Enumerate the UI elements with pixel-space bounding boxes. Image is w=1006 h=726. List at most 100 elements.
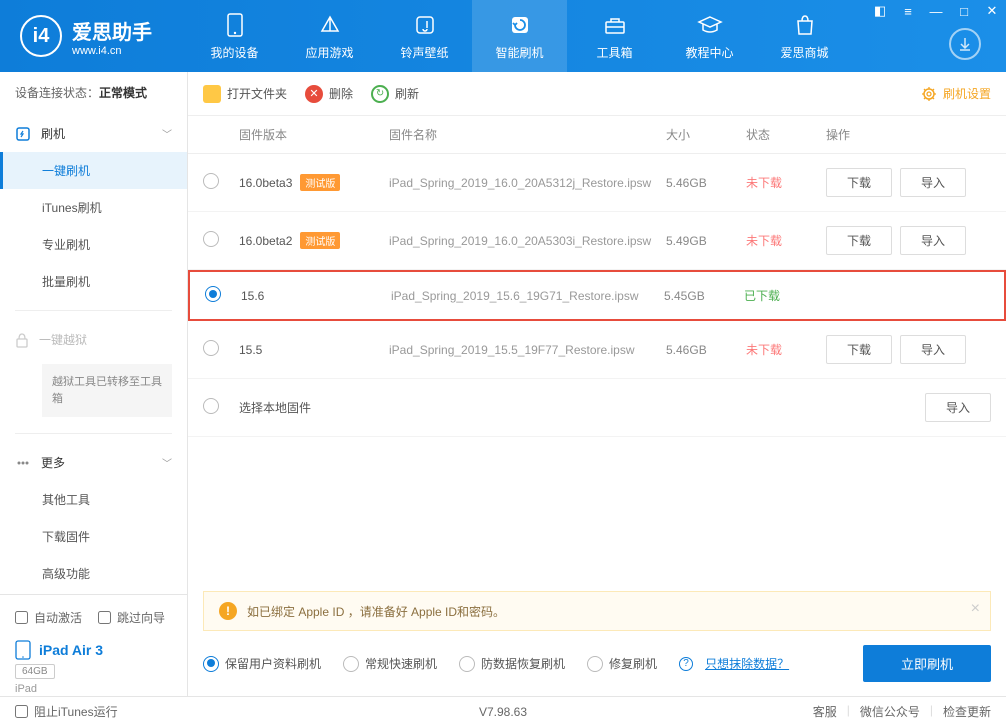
- firmware-table: 16.0beta3 测试版 iPad_Spring_2019_16.0_20A53…: [188, 154, 1006, 591]
- local-firmware-row[interactable]: 选择本地固件 导入: [188, 379, 1006, 437]
- button-label: 刷新: [395, 85, 419, 102]
- download-manager-icon[interactable]: [949, 28, 981, 60]
- nav-label: 铃声壁纸: [400, 44, 448, 61]
- option-repair[interactable]: 修复刷机: [587, 655, 657, 672]
- footer: 阻止iTunes运行 V7.98.63 客服 | 微信公众号 | 检查更新: [0, 696, 1006, 726]
- nav-apps[interactable]: 应用游戏: [282, 0, 377, 72]
- folder-icon: [203, 85, 221, 103]
- nav-toolbox[interactable]: 工具箱: [567, 0, 662, 72]
- sidebar-header-label: 刷机: [41, 125, 65, 142]
- nav-my-device[interactable]: 我的设备: [187, 0, 282, 72]
- firmware-name: iPad_Spring_2019_16.0_20A5303i_Restore.i…: [389, 234, 666, 248]
- open-folder-button[interactable]: 打开文件夹: [203, 85, 287, 103]
- app-header: i4 爱思助手 www.i4.cn 我的设备 应用游戏 铃声壁纸 智能刷机 工具…: [0, 0, 1006, 72]
- option-label: 防数据恢复刷机: [481, 655, 565, 672]
- nav-store[interactable]: 爱思商城: [757, 0, 852, 72]
- nav-tutorials[interactable]: 教程中心: [662, 0, 757, 72]
- firmware-status: 已下载: [744, 287, 824, 304]
- import-button[interactable]: 导入: [900, 226, 966, 255]
- sidebar-item-advanced[interactable]: 高级功能: [0, 555, 187, 592]
- erase-data-link[interactable]: 只想抹除数据？: [705, 655, 789, 672]
- row-radio[interactable]: [203, 173, 219, 189]
- nav-smart-flash[interactable]: 智能刷机: [472, 0, 567, 72]
- minimize-icon[interactable]: —: [922, 0, 950, 22]
- maximize-icon[interactable]: □: [950, 0, 978, 22]
- beta-tag: 测试版: [300, 232, 340, 249]
- checkbox-label: 跳过向导: [117, 609, 165, 626]
- ipad-icon: [15, 640, 31, 660]
- lock-icon: [15, 332, 29, 348]
- sidebar-header-label: 一键越狱: [39, 331, 87, 348]
- sidebar-item-other[interactable]: 其他工具: [0, 481, 187, 518]
- header-name: 固件名称: [389, 126, 666, 143]
- footer-link-update[interactable]: 检查更新: [943, 703, 991, 720]
- download-button[interactable]: 下载: [826, 335, 892, 364]
- download-button[interactable]: 下载: [826, 168, 892, 197]
- checkbox-label: 自动激活: [34, 609, 82, 626]
- toolbar: 打开文件夹 ✕ 删除 ↻ 刷新 刷机设置: [188, 72, 1006, 116]
- row-radio[interactable]: [203, 231, 219, 247]
- flash-group-icon: [15, 126, 31, 142]
- nav-label: 我的设备: [210, 44, 258, 61]
- delete-button[interactable]: ✕ 删除: [305, 85, 353, 103]
- jailbreak-note: 越狱工具已转移至工具箱: [42, 364, 172, 417]
- firmware-row[interactable]: 16.0beta3 测试版 iPad_Spring_2019_16.0_20A53…: [188, 154, 1006, 212]
- sidebar-flash-group[interactable]: 刷机 ﹀: [0, 115, 187, 152]
- firmware-version: 16.0beta2: [239, 234, 292, 248]
- connection-status: 设备连接状态：正常模式: [0, 72, 187, 113]
- bag-icon: [792, 12, 818, 38]
- close-banner-button[interactable]: ×: [971, 600, 980, 618]
- row-radio[interactable]: [205, 286, 221, 302]
- status-value: 正常模式: [99, 86, 147, 100]
- firmware-size: 5.45GB: [664, 289, 744, 303]
- sidebar-item-pro[interactable]: 专业刷机: [0, 226, 187, 263]
- logo: i4 爱思助手 www.i4.cn: [0, 15, 172, 57]
- sidebar-item-download-fw[interactable]: 下载固件: [0, 518, 187, 555]
- menu-icon[interactable]: ≡: [894, 0, 922, 22]
- sidebar-item-itunes[interactable]: iTunes刷机: [0, 189, 187, 226]
- sidebar-more-group[interactable]: 更多 ﹀: [0, 444, 187, 481]
- nav-ringtones[interactable]: 铃声壁纸: [377, 0, 472, 72]
- version-label: V7.98.63: [479, 705, 527, 719]
- block-itunes-checkbox[interactable]: 阻止iTunes运行: [15, 699, 118, 724]
- flash-now-button[interactable]: 立即刷机: [863, 645, 991, 682]
- status-label: 设备连接状态：: [15, 86, 99, 100]
- firmware-version: 15.6: [241, 289, 264, 303]
- sidebar-jailbreak-group: 一键越狱: [0, 321, 187, 358]
- firmware-name: iPad_Spring_2019_16.0_20A5312j_Restore.i…: [389, 176, 666, 190]
- auto-activate-checkbox[interactable]: 自动激活 跳过向导: [15, 605, 172, 630]
- firmware-version: 16.0beta3: [239, 176, 292, 190]
- warning-icon: !: [219, 602, 237, 620]
- firmware-status: 未下载: [746, 174, 826, 191]
- import-button[interactable]: 导入: [900, 168, 966, 197]
- firmware-version: 15.5: [239, 343, 262, 357]
- import-button[interactable]: 导入: [900, 335, 966, 364]
- row-radio[interactable]: [203, 398, 219, 414]
- option-anti-recovery[interactable]: 防数据恢复刷机: [459, 655, 565, 672]
- firmware-status: 未下载: [746, 232, 826, 249]
- sidebar-item-oneclick[interactable]: 一键刷机: [0, 152, 187, 189]
- download-button[interactable]: 下载: [826, 226, 892, 255]
- firmware-row[interactable]: 15.5 iPad_Spring_2019_15.5_19F77_Restore…: [188, 321, 1006, 379]
- firmware-row[interactable]: 16.0beta2 测试版 iPad_Spring_2019_16.0_20A53…: [188, 212, 1006, 270]
- flash-options: 保留用户资料刷机 常规快速刷机 防数据恢复刷机 修复刷机 ? 只想抹除数据？ 立…: [188, 631, 1006, 696]
- nav-label: 工具箱: [596, 44, 632, 61]
- footer-link-wechat[interactable]: 微信公众号: [860, 703, 920, 720]
- firmware-name: iPad_Spring_2019_15.6_19G71_Restore.ipsw: [391, 289, 664, 303]
- top-nav: 我的设备 应用游戏 铃声壁纸 智能刷机 工具箱 教程中心 爱思商城: [187, 0, 852, 72]
- import-button[interactable]: 导入: [925, 393, 991, 422]
- help-icon[interactable]: ?: [679, 657, 693, 671]
- footer-link-support[interactable]: 客服: [813, 703, 837, 720]
- close-icon[interactable]: ✕: [978, 0, 1006, 22]
- row-radio[interactable]: [203, 340, 219, 356]
- sidebar-item-batch[interactable]: 批量刷机: [0, 263, 187, 300]
- phone-icon: [222, 12, 248, 38]
- option-keep-data[interactable]: 保留用户资料刷机: [203, 655, 321, 672]
- option-normal[interactable]: 常规快速刷机: [343, 655, 437, 672]
- skin-icon[interactable]: ◧: [866, 0, 894, 22]
- refresh-icon: [507, 12, 533, 38]
- refresh-button[interactable]: ↻ 刷新: [371, 85, 419, 103]
- flash-settings-button[interactable]: 刷机设置: [921, 85, 991, 102]
- beta-tag: 测试版: [300, 174, 340, 191]
- firmware-row[interactable]: 15.6 iPad_Spring_2019_15.6_19G71_Restore…: [188, 270, 1006, 321]
